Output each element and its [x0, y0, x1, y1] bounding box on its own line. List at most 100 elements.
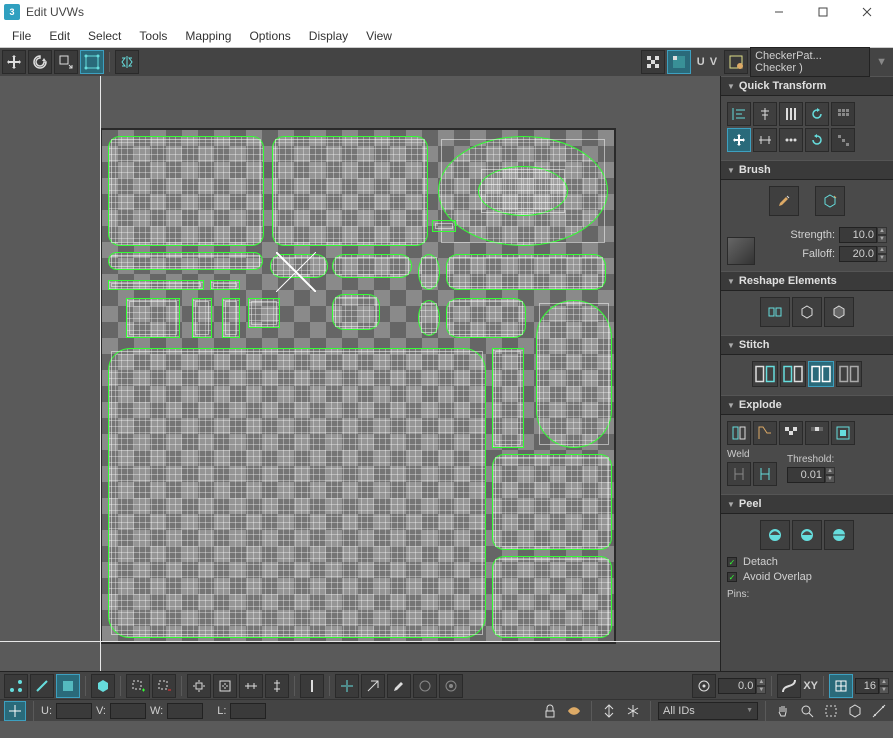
lock-icon[interactable] — [540, 702, 560, 720]
scale-tool[interactable] — [54, 50, 78, 74]
show-map-button[interactable] — [667, 50, 691, 74]
menu-view[interactable]: View — [358, 27, 400, 45]
rollout-quick-transform[interactable]: Quick Transform — [721, 76, 893, 96]
rotate-tool[interactable] — [28, 50, 52, 74]
soft-sel-button[interactable] — [413, 674, 437, 698]
zoom-extents-icon[interactable] — [821, 702, 841, 720]
grid-snap-button[interactable] — [829, 674, 853, 698]
relax-element-button[interactable] — [792, 297, 822, 327]
uv-island[interactable] — [432, 220, 456, 232]
grid-spinner[interactable]: ▲▼ — [855, 678, 889, 694]
uv-island[interactable] — [272, 136, 428, 246]
filter-icon[interactable] — [599, 702, 619, 720]
threshold-spinner[interactable]: ▲▼ — [787, 467, 835, 483]
falloff-curve-button[interactable] — [727, 237, 755, 265]
avoid-overlap-checkbox[interactable]: ✓Avoid Overlap — [727, 571, 887, 583]
menu-display[interactable]: Display — [301, 27, 356, 45]
map-dropdown[interactable]: CheckerPat... Checker ) — [750, 47, 870, 77]
uv-island[interactable] — [222, 298, 240, 338]
paint-sel-button[interactable] — [387, 674, 411, 698]
menu-edit[interactable]: Edit — [41, 27, 78, 45]
menu-options[interactable]: Options — [241, 27, 298, 45]
uv-island[interactable] — [126, 298, 180, 338]
stitch-avg-button[interactable] — [780, 361, 806, 387]
menu-file[interactable]: File — [4, 27, 39, 45]
grow-sel-button[interactable] — [187, 674, 211, 698]
loop-sel-button[interactable] — [239, 674, 263, 698]
align-h-button[interactable] — [753, 128, 777, 152]
select-sub-button[interactable] — [152, 674, 176, 698]
align-left-button[interactable] — [727, 102, 751, 126]
matid-dropdown[interactable]: All IDs — [658, 702, 758, 720]
close-button[interactable] — [845, 0, 889, 24]
uv-island[interactable] — [332, 294, 380, 330]
straighten-button[interactable] — [760, 297, 790, 327]
rotate-cw-button[interactable] — [805, 128, 829, 152]
rotate-ccw-button[interactable] — [805, 102, 829, 126]
pan-icon[interactable] — [773, 702, 793, 720]
uv-viewport[interactable] — [0, 76, 720, 671]
relax-brush-button[interactable] — [815, 186, 845, 216]
uv-island[interactable] — [536, 300, 612, 448]
uv-island[interactable] — [446, 254, 606, 290]
align-bars-button[interactable] — [779, 102, 803, 126]
uv-island[interactable] — [108, 252, 263, 270]
rollout-reshape[interactable]: Reshape Elements — [721, 271, 893, 291]
mirror-h-tool[interactable] — [115, 50, 139, 74]
curve-button[interactable] — [777, 674, 801, 698]
break-smoothing-button[interactable] — [805, 421, 829, 445]
weld-all-button[interactable] — [753, 462, 777, 486]
snowflake-icon[interactable] — [623, 702, 643, 720]
select-add-button[interactable] — [126, 674, 150, 698]
options-gear-icon[interactable] — [869, 702, 889, 720]
menu-select[interactable]: Select — [80, 27, 129, 45]
l-input[interactable] — [230, 703, 266, 719]
grid-button[interactable] — [831, 102, 855, 126]
u-input[interactable] — [56, 703, 92, 719]
uv-island[interactable] — [210, 280, 240, 290]
stitch-target-button[interactable] — [808, 361, 834, 387]
rollout-explode[interactable]: Explode — [721, 395, 893, 415]
uv-island[interactable] — [248, 298, 280, 328]
v-input[interactable] — [110, 703, 146, 719]
uv-island[interactable] — [332, 254, 412, 278]
shrink-sel-button[interactable] — [213, 674, 237, 698]
move-tool[interactable] — [2, 50, 26, 74]
uv-island[interactable] — [446, 298, 526, 338]
maximize-button[interactable] — [801, 0, 845, 24]
rotation-spinner[interactable]: ▲▼ — [718, 678, 766, 694]
paint-brush-button[interactable] — [769, 186, 799, 216]
rollout-peel[interactable]: Peel — [721, 494, 893, 514]
ring-sel-button[interactable] — [265, 674, 289, 698]
uv-island[interactable] — [478, 166, 568, 216]
uv-island[interactable] — [108, 348, 486, 638]
uv-island[interactable] — [108, 280, 204, 290]
space-even-button[interactable] — [779, 128, 803, 152]
quick-peel-button[interactable] — [760, 520, 790, 550]
element-mode-button[interactable] — [91, 674, 115, 698]
zoom-icon[interactable] — [797, 702, 817, 720]
map-options-button[interactable] — [724, 50, 748, 74]
uv-island[interactable] — [192, 298, 212, 338]
align-center-button[interactable] — [753, 102, 777, 126]
menu-tools[interactable]: Tools — [131, 27, 175, 45]
falloff-spinner[interactable]: ▲▼ — [839, 246, 887, 262]
uv-island[interactable] — [418, 300, 440, 336]
detach-checkbox[interactable]: ✓Detach — [727, 556, 887, 568]
weld-selected-button[interactable] — [727, 462, 751, 486]
align-tool-button[interactable] — [335, 674, 359, 698]
uv-island[interactable] — [492, 348, 524, 448]
soft-sel-options-button[interactable] — [439, 674, 463, 698]
menu-mapping[interactable]: Mapping — [177, 27, 239, 45]
rollout-stitch[interactable]: Stitch — [721, 335, 893, 355]
break-grid-button[interactable] — [779, 421, 803, 445]
break-matid-button[interactable] — [831, 421, 855, 445]
w-input[interactable] — [167, 703, 203, 719]
move-plus-button[interactable] — [727, 128, 751, 152]
vertex-mode-button[interactable] — [4, 674, 28, 698]
checker-pattern-button[interactable] — [641, 50, 665, 74]
peel-button[interactable] — [792, 520, 822, 550]
break-angle-button[interactable] — [753, 421, 777, 445]
view-icon[interactable] — [564, 702, 584, 720]
pelt-button[interactable] — [824, 520, 854, 550]
